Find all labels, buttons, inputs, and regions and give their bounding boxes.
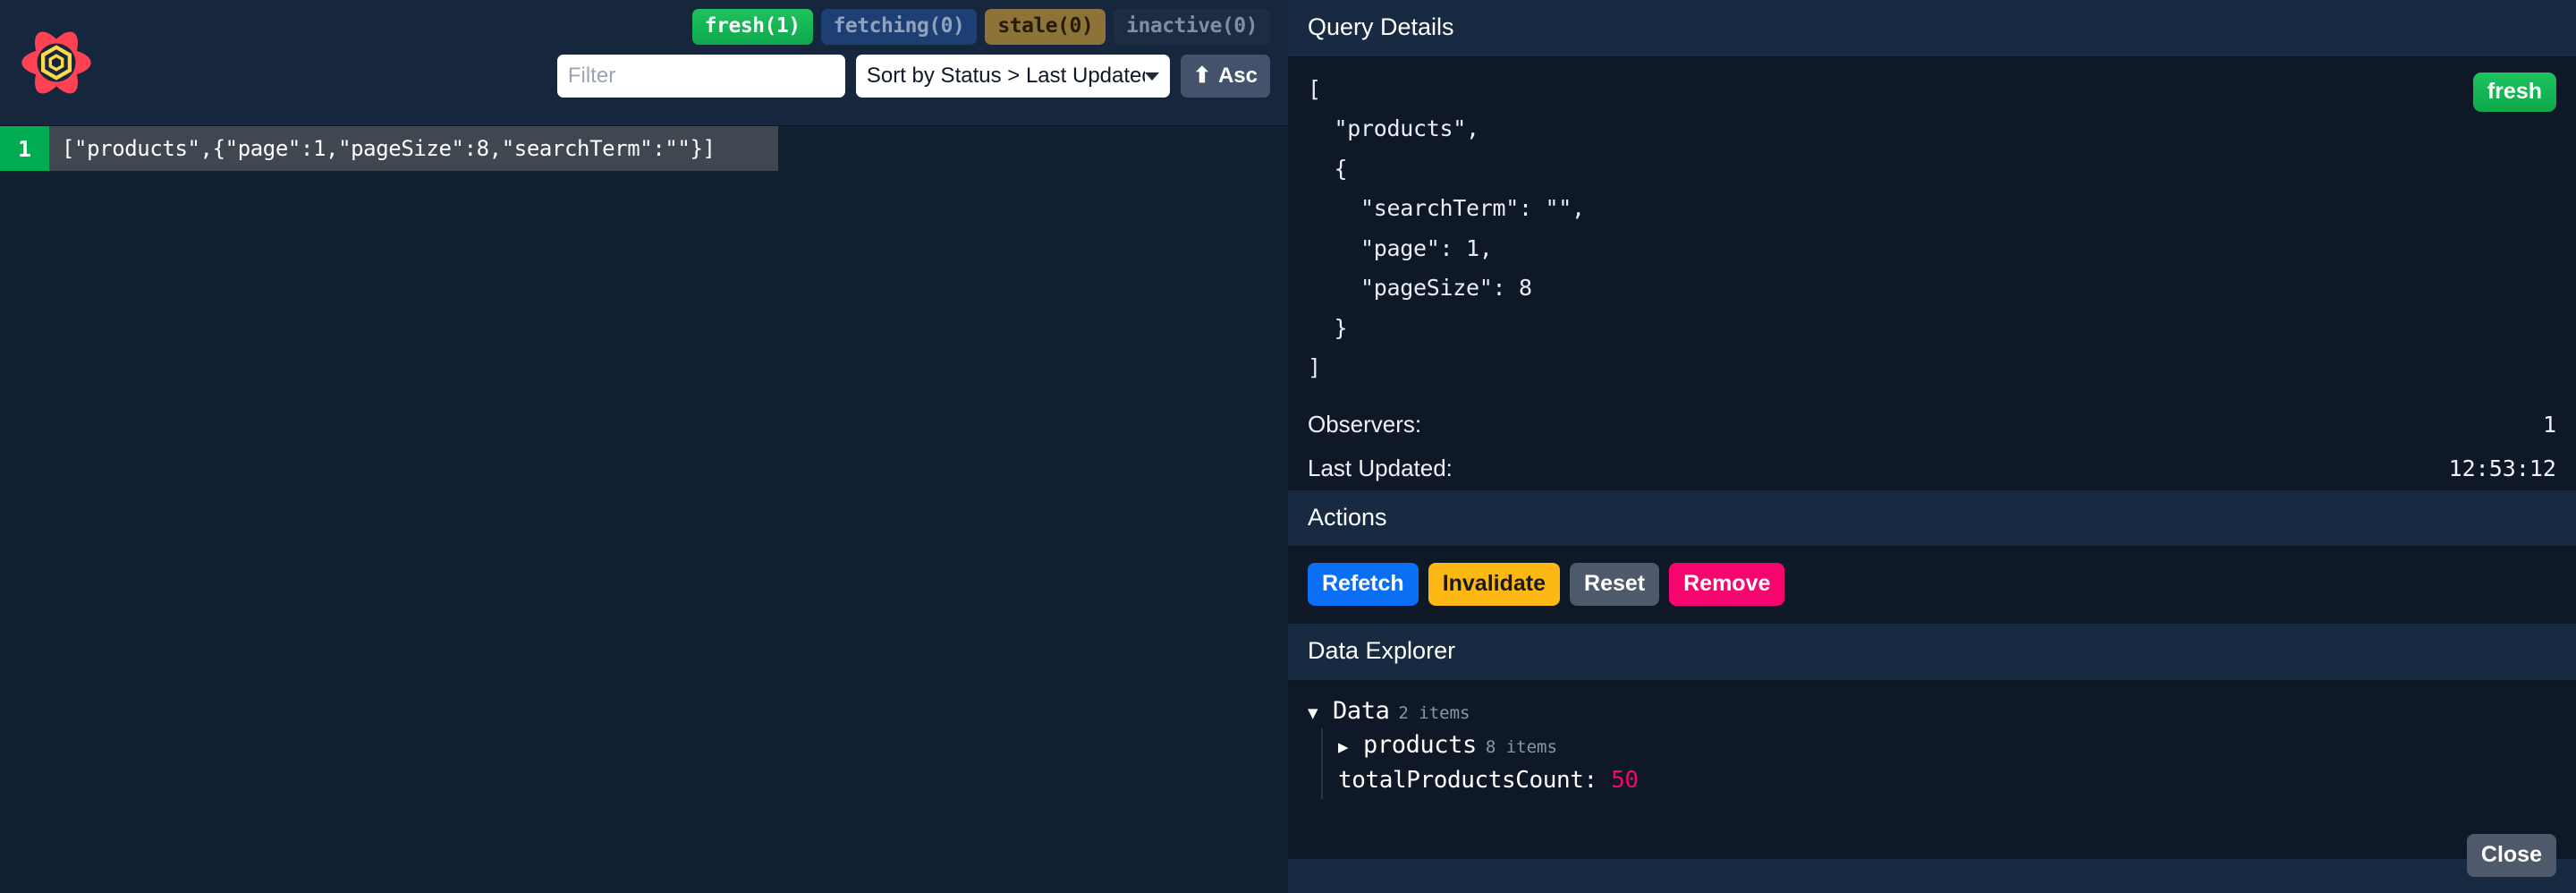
query-key-label: ["products",{"page":1,"pageSize":8,"sear… (49, 126, 716, 171)
explorer-node-products-count: 8 items (1486, 737, 1557, 757)
sort-select-label: Sort by Status > Last Updated (867, 64, 1145, 89)
observers-label: Observers: (1308, 411, 1421, 438)
remove-button[interactable]: Remove (1669, 563, 1784, 606)
observer-count-badge: 1 (0, 126, 49, 171)
explorer-leaf-total-products-count: totalProductsCount: 50 (1338, 762, 2556, 799)
explorer-node-data-label: Data (1333, 697, 1389, 725)
status-filter-fresh[interactable]: fresh(1) (692, 9, 813, 45)
sort-direction-label: Asc (1218, 64, 1258, 89)
data-explorer-title: Data Explorer (1288, 624, 2576, 681)
chevron-down-icon (1145, 72, 1159, 81)
query-details-panel: Query Details [ "products", { "searchTer… (1288, 0, 2576, 893)
sort-direction-button[interactable]: ⬆ Asc (1181, 55, 1270, 98)
explorer-node-products[interactable]: ▶ products 8 items (1338, 728, 2556, 762)
query-list-panel: fresh(1) fetching(0) stale(0) inactive(0… (0, 0, 1288, 893)
explorer-node-products-label: products (1363, 731, 1477, 759)
refetch-button[interactable]: Refetch (1308, 563, 1419, 606)
query-list: 1 ["products",{"page":1,"pageSize":8,"se… (0, 126, 1288, 893)
status-filter-stale[interactable]: stale(0) (985, 9, 1106, 45)
filter-sort-row: Sort by Status > Last Updated ⬆ Asc (557, 55, 1270, 98)
triangle-right-icon[interactable]: ▶ (1338, 739, 1354, 756)
explorer-leaf-key: totalProductsCount: (1338, 767, 1597, 794)
status-filter-row: fresh(1) fetching(0) stale(0) inactive(0… (692, 9, 1270, 45)
sort-select[interactable]: Sort by Status > Last Updated (856, 55, 1170, 98)
query-key-json: [ "products", { "searchTerm": "", "page"… (1308, 70, 2556, 388)
triangle-down-icon[interactable]: ▼ (1308, 705, 1324, 722)
actions-title: Actions (1288, 490, 2576, 548)
header-controls: fresh(1) fetching(0) stale(0) inactive(0… (557, 0, 1288, 98)
query-key-block: [ "products", { "searchTerm": "", "page"… (1288, 57, 2576, 403)
status-filter-fetching[interactable]: fetching(0) (821, 9, 978, 45)
explorer-node-data[interactable]: ▼ Data 2 items (1308, 694, 2556, 728)
react-query-logo[interactable] (7, 0, 106, 125)
explorer-children: ▶ products 8 items totalProductsCount: 5… (1321, 728, 2556, 799)
last-updated-value: 12:53:12 (2449, 455, 2556, 481)
last-updated-row: Last Updated: 12:53:12 (1288, 446, 2576, 490)
invalidate-button[interactable]: Invalidate (1428, 563, 1560, 606)
filter-input[interactable] (557, 55, 845, 98)
query-details-title: Query Details (1288, 0, 2576, 57)
observers-value: 1 (2543, 412, 2556, 438)
close-button[interactable]: Close (2467, 834, 2556, 877)
actions-row: Refetch Invalidate Reset Remove (1288, 547, 2576, 624)
devtools-header: fresh(1) fetching(0) stale(0) inactive(0… (0, 0, 1288, 126)
observers-row: Observers: 1 (1288, 403, 2576, 446)
react-query-logo-icon (18, 24, 95, 101)
last-updated-label: Last Updated: (1308, 455, 1453, 482)
data-explorer-body: ▼ Data 2 items ▶ products 8 items totalP… (1288, 681, 2576, 859)
reset-button[interactable]: Reset (1570, 563, 1659, 606)
query-list-item[interactable]: 1 ["products",{"page":1,"pageSize":8,"se… (0, 126, 778, 171)
explorer-node-data-count: 2 items (1398, 703, 1470, 723)
arrow-up-icon: ⬆ (1193, 65, 1211, 87)
details-footer (1288, 859, 2576, 893)
status-badge: fresh (2473, 72, 2556, 112)
status-filter-inactive[interactable]: inactive(0) (1114, 9, 1270, 45)
react-query-devtools-panel: fresh(1) fetching(0) stale(0) inactive(0… (0, 0, 2576, 893)
explorer-leaf-value: 50 (1611, 767, 1639, 794)
